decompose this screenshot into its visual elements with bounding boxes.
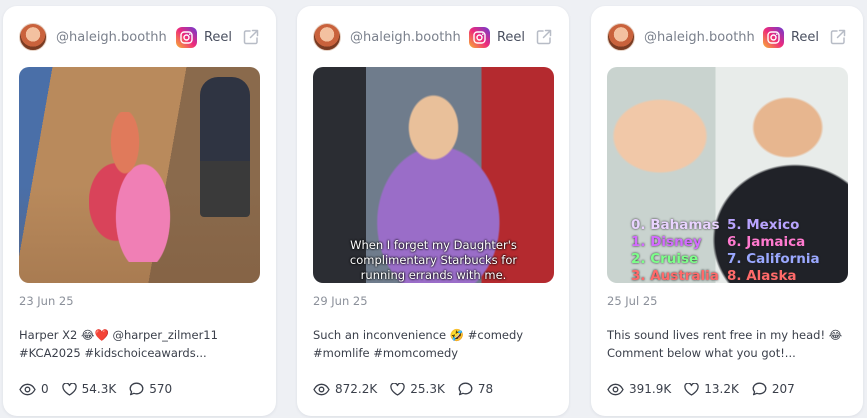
list-item-3: 3. Australia: [631, 268, 719, 283]
avatar[interactable]: [607, 23, 635, 51]
external-link-icon[interactable]: [535, 28, 553, 46]
video-caption-overlay: When I forget my Daughter's complimentar…: [349, 238, 518, 282]
comment-icon: [129, 382, 144, 396]
post-card[interactable]: @haleigh.boothh Reel When I forget my Da…: [297, 6, 569, 416]
instagram-icon: [762, 26, 784, 48]
views-count: 872.2K: [335, 382, 378, 396]
video-list-overlay: 0. Bahamas 5. Mexico 1. Disney 6. Jamaica …: [631, 217, 831, 283]
post-thumbnail[interactable]: 0. Bahamas 5. Mexico 1. Disney 6. Jamaica …: [607, 67, 848, 283]
comments-stat: 78: [458, 382, 493, 396]
post-stats: 0 54.3K 570: [19, 382, 260, 396]
external-link-icon[interactable]: [242, 28, 260, 46]
caption-line: Comment below what you got!...: [607, 346, 796, 360]
views-stat: 0: [19, 382, 49, 396]
likes-count: 13.2K: [704, 382, 739, 396]
comment-icon: [752, 382, 767, 396]
post-caption: This sound lives rent free in my head! 😂…: [607, 326, 849, 362]
heart-icon: [61, 382, 77, 396]
heart-icon: [390, 382, 405, 396]
avatar[interactable]: [313, 23, 341, 51]
post-caption: Such an inconvenience 🤣 #comedy #momlife…: [313, 326, 555, 362]
author-handle[interactable]: @haleigh.boothh: [56, 30, 167, 45]
comments-stat: 207: [752, 382, 795, 396]
likes-stat: 25.3K: [390, 382, 445, 396]
comment-icon: [458, 382, 473, 396]
caption-line: #KCA2025 #kidschoiceawards...: [19, 346, 207, 360]
caption-line: This sound lives rent free in my head! 😂: [607, 328, 843, 342]
caption-line: #momlife #momcomedy: [313, 346, 459, 360]
post-card[interactable]: @haleigh.boothh Reel 23 Jun 25 Harper X2…: [3, 6, 276, 416]
author-handle[interactable]: @haleigh.boothh: [644, 30, 755, 45]
post-header: @haleigh.boothh Reel: [313, 22, 553, 52]
heart-icon: [684, 382, 699, 396]
views-stat: 391.9K: [607, 382, 671, 396]
comments-count: 207: [771, 382, 795, 396]
views-count: 0: [41, 382, 49, 396]
post-header: @haleigh.boothh Reel: [19, 22, 260, 52]
instagram-icon: [175, 26, 197, 48]
post-date: 23 Jun 25: [19, 294, 74, 308]
list-item-5: 5. Mexico: [727, 217, 800, 233]
reel-label: Reel: [790, 29, 819, 45]
list-item-2: 2. Cruise: [631, 251, 699, 267]
post-caption: Harper X2 😂❤️ @harper_zilmer11 #KCA2025 …: [19, 326, 262, 362]
views-stat: 872.2K: [313, 382, 377, 396]
comments-count: 570: [149, 382, 173, 396]
post-date: 29 Jun 25: [313, 294, 368, 308]
author-handle[interactable]: @haleigh.boothh: [350, 30, 461, 45]
post-stats: 391.9K 13.2K 207: [607, 382, 847, 396]
instagram-icon: [468, 26, 490, 48]
caption-line: Such an inconvenience 🤣 #comedy: [313, 328, 524, 342]
external-link-icon[interactable]: [829, 28, 847, 46]
views-count: 391.9K: [629, 382, 672, 396]
avatar[interactable]: [19, 23, 47, 51]
post-header: @haleigh.boothh Reel: [607, 22, 847, 52]
reel-label: Reel: [496, 29, 525, 45]
post-stats: 872.2K 25.3K 78: [313, 382, 553, 396]
post-thumbnail[interactable]: [19, 67, 260, 283]
likes-stat: 13.2K: [684, 382, 739, 396]
comments-stat: 570: [129, 382, 172, 396]
likes-stat: 54.3K: [61, 382, 117, 396]
list-item-0: 0. Bahamas: [631, 217, 720, 233]
eye-icon: [607, 383, 624, 395]
post-date: 25 Jul 25: [607, 294, 658, 308]
caption-line: Harper X2 😂❤️ @harper_zilmer11: [19, 328, 218, 342]
list-item-8: 8. Alaska: [727, 268, 797, 283]
post-thumbnail[interactable]: When I forget my Daughter's complimentar…: [313, 67, 554, 283]
list-item-7: 7. California: [727, 251, 820, 267]
reel-label: Reel: [203, 29, 232, 45]
list-item-6: 6. Jamaica: [727, 234, 806, 250]
post-card[interactable]: @haleigh.boothh Reel 0. Bahamas 5. Mexico…: [591, 6, 863, 416]
eye-icon: [19, 383, 36, 395]
list-item-1: 1. Disney: [631, 234, 702, 250]
likes-count: 54.3K: [81, 382, 117, 396]
comments-count: 78: [477, 382, 494, 396]
likes-count: 25.3K: [410, 382, 445, 396]
eye-icon: [313, 383, 330, 395]
